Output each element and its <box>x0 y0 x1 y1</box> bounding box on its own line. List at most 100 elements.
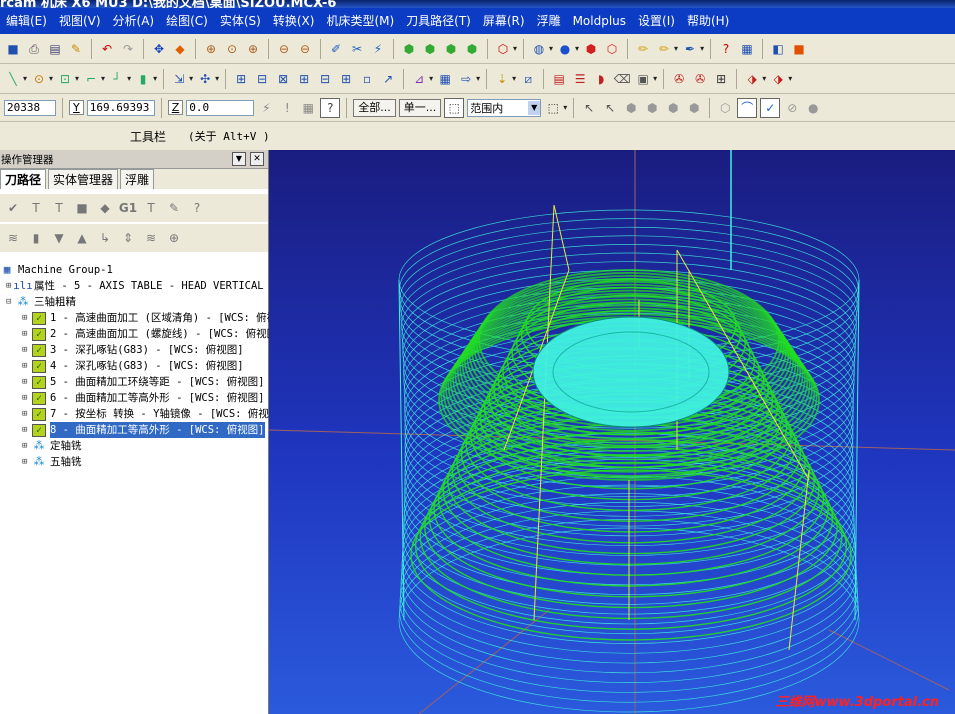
chevron-down-icon[interactable]: ▾ <box>127 74 131 83</box>
crosshair-icon[interactable]: ⊞ <box>712 70 730 88</box>
tree-row-op-5[interactable]: ⊞ ✓ 5 - 曲面精加工环绕等距 - [WCS: 俯视图] <box>22 374 265 390</box>
layers-icon[interactable]: ▦ <box>738 40 756 58</box>
hex-icon[interactable]: ⬢ <box>643 99 661 117</box>
tree-row-group-3axis[interactable]: ⊟ ⁂ 三轴粗精 <box>6 294 76 310</box>
expand-icon[interactable]: ⊞ <box>22 342 32 358</box>
post-icon[interactable]: ⬗ <box>743 70 761 88</box>
save-icon[interactable]: ■ <box>4 40 22 58</box>
x-coordinate-field[interactable] <box>4 99 56 116</box>
tab-art[interactable]: 浮雕 <box>120 169 155 189</box>
regenerate-dirty-icon[interactable]: T <box>50 199 68 217</box>
cube-front-icon[interactable]: ⬢ <box>421 40 439 58</box>
circle-icon[interactable]: ● <box>804 99 822 117</box>
line-icon[interactable]: ╲ <box>4 70 22 88</box>
chevron-down-icon[interactable]: ▼ <box>528 100 541 115</box>
chevron-down-icon[interactable]: ▾ <box>653 74 657 83</box>
axis-icon[interactable]: ✣ <box>196 70 214 88</box>
operation-check-icon[interactable]: ✓ <box>32 423 46 437</box>
facing-icon[interactable]: ⇨ <box>457 70 475 88</box>
selection-mode-icon[interactable]: ⬚ <box>444 97 465 118</box>
pencil-icon[interactable]: ✏ <box>634 40 652 58</box>
cube-iso-icon[interactable]: ⬢ <box>463 40 481 58</box>
contour-icon[interactable]: ⊿ <box>410 70 428 88</box>
chevron-down-icon[interactable]: ▾ <box>429 74 433 83</box>
menu-solids[interactable]: 实体(S) <box>214 8 267 34</box>
tree-row-op-8[interactable]: ⊞ ✓ 8 - 曲面精加工等高外形 - [WCS: 俯视图] <box>22 422 265 438</box>
help-icon[interactable]: ? <box>320 97 341 118</box>
chevron-down-icon[interactable]: ▾ <box>153 74 157 83</box>
tab-solids-manager[interactable]: 实体管理器 <box>48 169 119 189</box>
grid-snap-icon[interactable]: ▦ <box>299 99 317 117</box>
window-select-icon[interactable]: ⬚ <box>544 99 562 117</box>
cube-icon[interactable]: ⬢ <box>400 40 418 58</box>
panel-menu-icon[interactable]: ▼ <box>232 152 246 166</box>
chamfer-icon[interactable]: ┘ <box>108 70 126 88</box>
chevron-down-icon[interactable]: ▾ <box>762 74 766 83</box>
operation-check-icon[interactable]: ✓ <box>32 311 46 325</box>
move-down-icon[interactable]: ▼ <box>50 229 68 247</box>
tree-row-group-fixed-axis[interactable]: ⊞ ⁂ 定轴铣 <box>22 438 82 454</box>
y-coordinate-field[interactable] <box>86 99 155 116</box>
menu-toolpaths[interactable]: 刀具路径(T) <box>400 8 477 34</box>
tree-row-op-1[interactable]: ⊞ ✓ 1 - 高速曲面加工 (区域清角) - [WCS: 俯视图] <box>22 310 294 326</box>
menu-edit[interactable]: 编辑(E) <box>0 8 53 34</box>
fast-point-icon[interactable]: ⚡ <box>257 99 275 117</box>
point-icon[interactable]: ⊙ <box>30 70 48 88</box>
operation-check-icon[interactable]: ✓ <box>32 391 46 405</box>
transform-icon[interactable]: ⊞ <box>232 70 250 88</box>
pointer-icon[interactable]: ↖ <box>580 99 598 117</box>
menu-analyze[interactable]: 分析(A) <box>107 8 161 34</box>
tree-row-group-5axis[interactable]: ⊞ ⁂ 五轴铣 <box>22 454 82 470</box>
expand-icon[interactable]: ⊞ <box>22 454 32 470</box>
regenerate-icon[interactable]: T <box>27 199 45 217</box>
shaded-icon[interactable]: ⬢ <box>582 40 600 58</box>
drag-icon[interactable]: ↗ <box>379 70 397 88</box>
chevron-down-icon[interactable]: ▾ <box>788 74 792 83</box>
trim-icon[interactable]: ✂ <box>348 40 366 58</box>
array-icon[interactable]: ▫ <box>358 70 376 88</box>
delete-ops-icon[interactable]: ✎ <box>165 199 183 217</box>
print-preview-icon[interactable]: ▤ <box>46 40 64 58</box>
expand-icon[interactable]: ⊞ <box>22 406 32 422</box>
chevron-down-icon[interactable]: ▾ <box>549 44 553 53</box>
rectangle-point-icon[interactable]: ⊡ <box>56 70 74 88</box>
tree-row-op-3[interactable]: ⊞ ✓ 3 - 深孔啄钻(G83) - [WCS: 俯视图] <box>22 342 244 358</box>
zoom-target-icon[interactable]: ⊙ <box>223 40 241 58</box>
graphics-viewport[interactable]: 三维网www.3dportal.cn <box>269 150 955 714</box>
hex-icon[interactable]: ⬢ <box>622 99 640 117</box>
expand-collapse-icon[interactable]: ⇕ <box>119 229 137 247</box>
menu-settings[interactable]: 设置(I) <box>632 8 681 34</box>
chevron-down-icon[interactable]: ▾ <box>513 44 517 53</box>
surface-icon[interactable]: ⧄ <box>519 70 537 88</box>
backplot-ops-icon[interactable]: ■ <box>73 199 91 217</box>
verify-select-icon[interactable]: ✓ <box>760 97 781 118</box>
redo-icon[interactable]: ↷ <box>119 40 137 58</box>
wave-icon[interactable]: ≋ <box>4 229 22 247</box>
chevron-down-icon[interactable]: ▾ <box>575 44 579 53</box>
eraser-icon[interactable]: ⌫ <box>613 70 631 88</box>
wireframe-icon[interactable]: ⬡ <box>603 40 621 58</box>
chevron-down-icon[interactable]: ▾ <box>49 74 53 83</box>
menu-view[interactable]: 视图(V) <box>53 8 107 34</box>
expand-icon[interactable]: ⊞ <box>22 310 32 326</box>
shape-icon[interactable]: ◗ <box>592 70 610 88</box>
pencil-multi-icon[interactable]: ✏ <box>655 40 673 58</box>
tree-row-op-2[interactable]: ⊞ ✓ 2 - 高速曲面加工 (螺旋线) - [WCS: 俯视图] <box>22 326 283 342</box>
solid-cube-icon[interactable]: ⬡ <box>494 40 512 58</box>
operation-check-icon[interactable]: ✓ <box>32 359 46 373</box>
break-icon[interactable]: ⚡ <box>369 40 387 58</box>
collapse-icon[interactable]: ⊟ <box>6 294 16 310</box>
pointer-filter-icon[interactable]: ↖ <box>601 99 619 117</box>
menu-machine-type[interactable]: 机床类型(M) <box>320 8 400 34</box>
list-icon[interactable]: ☰ <box>571 70 589 88</box>
dimension-icon[interactable]: ⇲ <box>170 70 188 88</box>
expand-icon[interactable]: ⊞ <box>22 390 32 406</box>
split-icon[interactable]: ◧ <box>769 40 787 58</box>
zoom-in-icon[interactable]: ⊕ <box>244 40 262 58</box>
expand-icon[interactable]: ⊞ <box>22 438 32 454</box>
hex-icon[interactable]: ⬢ <box>685 99 703 117</box>
undo-icon[interactable]: ↶ <box>98 40 116 58</box>
tree-row-op-7[interactable]: ⊞ ✓ 7 - 按坐标 转换 - Y轴镜像 - [WCS: 俯视图] <box>22 406 286 422</box>
chevron-down-icon[interactable]: ▾ <box>75 74 79 83</box>
cylinder-icon[interactable]: ▮ <box>134 70 152 88</box>
